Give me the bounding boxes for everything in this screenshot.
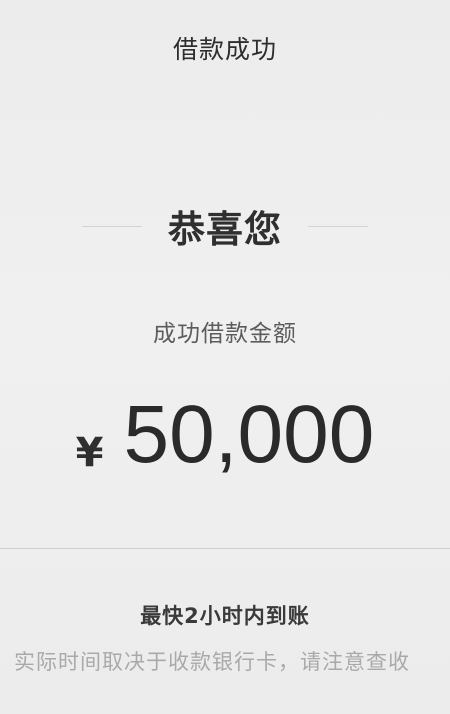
page-title: 借款成功	[172, 35, 277, 64]
amount-label: 成功借款金额	[153, 321, 297, 347]
right-decorative-line	[308, 225, 368, 227]
loan-success-screen: 借款成功 恭喜您 成功借款金额 ¥ 50,000 最快2小时内到账 实际时间取决…	[0, 0, 450, 714]
arrival-time-text: 最快2小时内到账	[140, 604, 310, 628]
arrival-note: 实际时间取决于收款银行卡，请注意查收	[14, 650, 410, 674]
left-decorative-line	[82, 225, 142, 227]
currency-symbol: ¥	[75, 430, 104, 476]
loan-amount: 50,000	[123, 389, 375, 480]
congrats-section: 恭喜您	[0, 200, 450, 252]
amount-display: ¥ 50,000	[0, 388, 450, 488]
congrats-heading: 恭喜您	[168, 208, 282, 251]
section-divider	[0, 548, 450, 549]
